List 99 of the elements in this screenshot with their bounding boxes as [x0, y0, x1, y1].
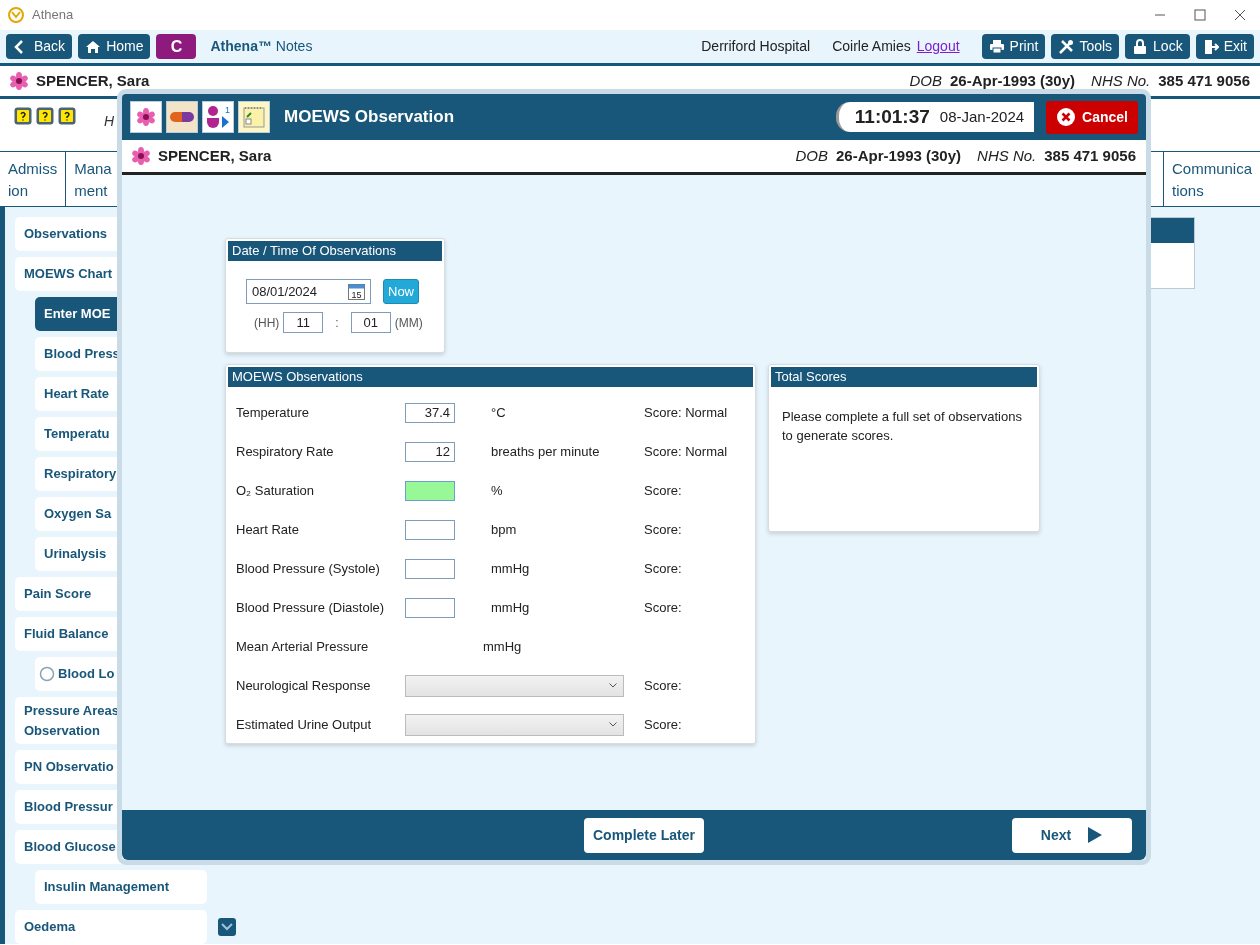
field-label: Neurological Response — [236, 676, 371, 695]
toolbar-button[interactable]: Tools — [1051, 34, 1120, 59]
help-text: H — [104, 112, 115, 131]
flower-icon — [10, 72, 28, 90]
play-icon — [1087, 826, 1104, 844]
toolbar-icon[interactable] — [166, 101, 198, 133]
field-label: Heart Rate — [236, 520, 299, 539]
flower-icon — [132, 147, 150, 165]
toolbar-button[interactable]: Home — [78, 34, 151, 59]
sidebar-item[interactable]: Insulin Management — [35, 870, 207, 904]
toolbar-button[interactable]: Print — [981, 34, 1046, 59]
panel-header: Date / Time Of Observations — [228, 241, 442, 261]
field-label: Mean Arterial Pressure — [236, 637, 369, 656]
app-name: Athena™ Notes — [210, 37, 313, 56]
capsule-icon — [169, 111, 195, 123]
window-title: Athena — [32, 6, 74, 25]
panel-header: MOEWS Observations — [228, 367, 753, 387]
dob-value: 26-Apr-1993 (30y) — [836, 145, 962, 166]
score-label: Score: — [644, 598, 682, 617]
tools-icon — [1058, 38, 1075, 55]
input-field[interactable] — [405, 480, 455, 501]
unit-label: mmHg — [483, 637, 522, 656]
maximize-icon[interactable] — [1194, 9, 1206, 21]
toolbar-button[interactable]: Exit — [1195, 34, 1254, 59]
input-field[interactable]: 37.4 — [405, 402, 455, 423]
unit-label: breaths per minute — [491, 442, 600, 461]
patient-name: SPENCER, Sara — [36, 70, 150, 91]
field-label: Respiratory Rate — [236, 442, 334, 461]
nhs-number: 385 471 9056 — [1044, 145, 1136, 166]
notepad-icon — [242, 105, 266, 129]
score-label: Score: — [644, 481, 682, 500]
dob-label: DOB — [795, 145, 828, 166]
chevron-down-icon — [609, 683, 617, 688]
score-label: Score: Normal — [644, 442, 728, 461]
hour-label: (HH) — [254, 314, 280, 332]
nhs-label: NHS No. — [1091, 70, 1151, 91]
toolbar-button[interactable]: Lock — [1125, 34, 1190, 59]
context-badge[interactable]: C — [156, 34, 197, 59]
nhs-label: NHS No. — [977, 145, 1037, 166]
field-label: Blood Pressure (Diastole) — [236, 598, 385, 617]
home-icon — [85, 38, 102, 55]
sidebar-item[interactable]: Oedema — [15, 910, 207, 944]
dialog-title: MOEWS Observation — [284, 106, 455, 129]
nhs-number: 385 471 9056 — [1158, 70, 1250, 91]
toolbar-icon[interactable] — [130, 101, 162, 133]
clock-date: 08-Jan-2024 — [939, 106, 1025, 127]
printer-icon — [988, 38, 1005, 55]
field-label: Blood Pressure (Systole) — [236, 559, 380, 578]
flower-icon — [135, 106, 157, 128]
score-label: Score: — [644, 676, 682, 695]
unit-label: °C — [491, 403, 506, 422]
close-icon[interactable] — [1234, 9, 1246, 21]
field-label: Estimated Urine Output — [236, 715, 372, 734]
radio-button[interactable] — [39, 666, 55, 682]
lock-icon — [1132, 38, 1149, 55]
patient-name: SPENCER, Sara — [158, 145, 272, 166]
dropdown[interactable] — [405, 713, 624, 736]
dob-value: 26-Apr-1993 (30y) — [950, 70, 1076, 91]
input-field[interactable] — [405, 519, 455, 540]
hour-field[interactable]: 11 — [283, 312, 324, 333]
app-logo-icon — [8, 7, 24, 23]
cancel-button[interactable]: Cancel — [1046, 100, 1138, 134]
panel-header: Total Scores — [771, 367, 1037, 387]
input-field[interactable] — [405, 597, 455, 618]
clock-time: 11:01:37 — [854, 104, 930, 129]
score-label: Score: — [644, 520, 682, 539]
score-label: Score: — [644, 715, 682, 734]
close-circle-icon — [1056, 107, 1077, 127]
chevron-down-icon — [609, 722, 617, 727]
score-message: Please complete a full set of observations to generate scores. — [781, 408, 1023, 445]
unit-label: bpm — [491, 520, 517, 539]
dob-label: DOB — [909, 70, 942, 91]
field-label: O₂ Saturation — [236, 481, 315, 500]
help-icon — [58, 107, 76, 125]
time-separator: : — [335, 314, 339, 332]
logout-link[interactable]: Logout — [916, 36, 960, 57]
toolbar-button[interactable]: Back — [6, 34, 73, 59]
unit-label: mmHg — [491, 598, 530, 617]
help-icon — [14, 107, 32, 125]
date-field[interactable]: 08/01/2024 15 — [246, 279, 371, 304]
scroll-down-button[interactable] — [218, 918, 236, 936]
next-button[interactable]: Next — [1012, 817, 1132, 853]
unit-label: mmHg — [491, 559, 530, 578]
hospital-name: Derriford Hospital — [701, 37, 811, 56]
dropdown[interactable] — [405, 674, 624, 697]
field-label: Temperature — [236, 403, 309, 422]
input-field[interactable]: 12 — [405, 441, 455, 462]
calendar-icon[interactable]: 15 — [348, 283, 365, 300]
score-label: Score: — [644, 559, 682, 578]
user-name: Coirle Amies — [832, 37, 911, 56]
input-field[interactable] — [405, 558, 455, 579]
exit-icon — [1202, 38, 1219, 55]
score-label: Score: Normal — [644, 403, 728, 422]
minute-field[interactable]: 01 — [350, 312, 391, 333]
unit-label: % — [491, 481, 503, 500]
help-icon — [36, 107, 54, 125]
complete-later-button[interactable]: Complete Later — [584, 817, 704, 853]
minute-label: (MM) — [394, 314, 423, 332]
chevron-down-icon — [221, 923, 233, 931]
